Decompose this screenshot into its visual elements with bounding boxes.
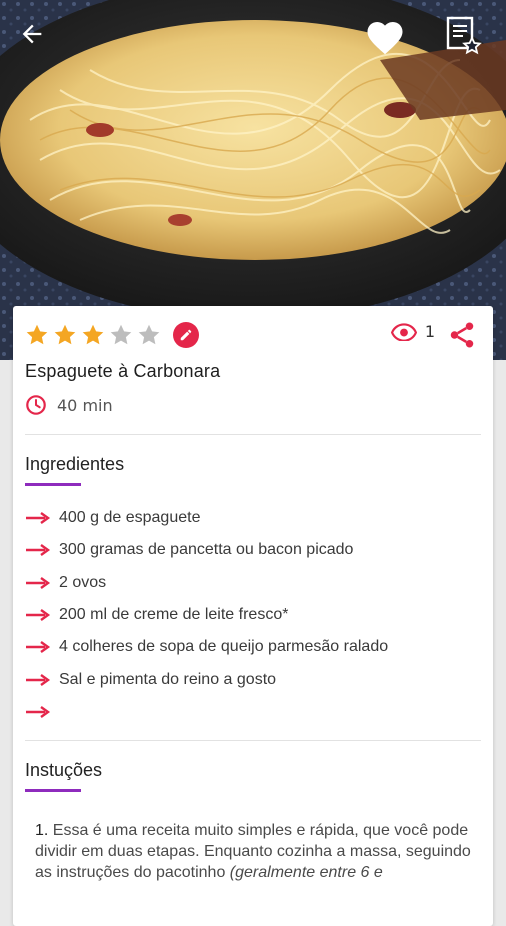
- instructions-step: 1. Essa é uma receita muito simples e rá…: [35, 820, 475, 883]
- ingredient-text: 4 colheres de sopa de queijo parmesão ra…: [59, 638, 389, 656]
- star-filled-icon[interactable]: [25, 323, 49, 347]
- prep-time: 40 min: [25, 394, 113, 416]
- recipe-book-star-icon: [446, 16, 482, 55]
- ingredient-item: 300 gramas de pancetta ou bacon picado: [25, 534, 485, 566]
- ingredient-item: 200 ml de creme de leite fresco*: [25, 599, 485, 631]
- ingredient-text: Sal e pimenta do reino a gosto: [59, 670, 277, 688]
- step-text-italic: (geralmente entre 6 e: [229, 864, 383, 881]
- ingredients-list: 400 g de espaguete 300 gramas de pancetta…: [25, 502, 485, 728]
- star-empty-icon[interactable]: [109, 323, 133, 347]
- arrow-right-icon: [26, 544, 51, 557]
- ingredient-text: 200 ml de creme de leite fresco*: [59, 606, 289, 624]
- star-filled-icon[interactable]: [53, 323, 77, 347]
- arrow-right-icon: [26, 641, 51, 654]
- top-bar: [0, 0, 506, 80]
- rating-row: [25, 320, 199, 350]
- arrow-right-icon: [26, 673, 51, 686]
- views-counter: 1: [390, 322, 435, 341]
- instructions-heading: Instuções: [25, 760, 103, 780]
- ingredients-heading: Ingredientes: [25, 454, 125, 474]
- clock-icon: [26, 395, 46, 415]
- ingredient-text: 300 gramas de pancetta ou bacon picado: [59, 541, 354, 559]
- divider: [25, 434, 481, 435]
- ingredient-item: 400 g de espaguete: [25, 502, 485, 534]
- star-rating[interactable]: [25, 323, 165, 347]
- share-icon: [450, 322, 474, 348]
- step-number: 1.: [35, 822, 49, 839]
- arrow-right-icon: [26, 705, 51, 718]
- ingredient-item: [25, 696, 485, 728]
- arrow-right-icon: [26, 576, 51, 589]
- eye-icon: [390, 322, 417, 341]
- recipe-title: Espaguete à Carbonara: [25, 361, 221, 381]
- edit-rating-button[interactable]: [173, 322, 199, 348]
- star-filled-icon[interactable]: [81, 323, 105, 347]
- recipe-detail-card: 1 Espaguete à Carbonara 40 min Ingredien…: [13, 306, 493, 926]
- ingredient-text: 2 ovos: [59, 573, 107, 591]
- share-button[interactable]: [447, 320, 477, 350]
- recipe-list-button[interactable]: [442, 14, 490, 64]
- ingredient-item: 4 colheres de sopa de queijo parmesão ra…: [25, 631, 485, 663]
- instructions-heading-underline: [25, 789, 81, 792]
- divider: [25, 740, 481, 741]
- favorite-button[interactable]: [364, 16, 412, 62]
- back-button[interactable]: [18, 20, 62, 60]
- views-count: 1: [424, 322, 435, 341]
- pencil-icon: [180, 329, 192, 341]
- heart-icon: [367, 22, 403, 55]
- ingredient-item: Sal e pimenta do reino a gosto: [25, 663, 485, 695]
- ingredients-heading-underline: [25, 483, 81, 486]
- arrow-right-icon: [26, 512, 51, 525]
- prep-time-text: 40 min: [57, 395, 113, 415]
- ingredient-item: 2 ovos: [25, 567, 485, 599]
- ingredient-text: 400 g de espaguete: [59, 509, 201, 527]
- arrow-left-icon: [22, 24, 42, 44]
- arrow-right-icon: [26, 609, 51, 622]
- star-empty-icon[interactable]: [137, 323, 161, 347]
